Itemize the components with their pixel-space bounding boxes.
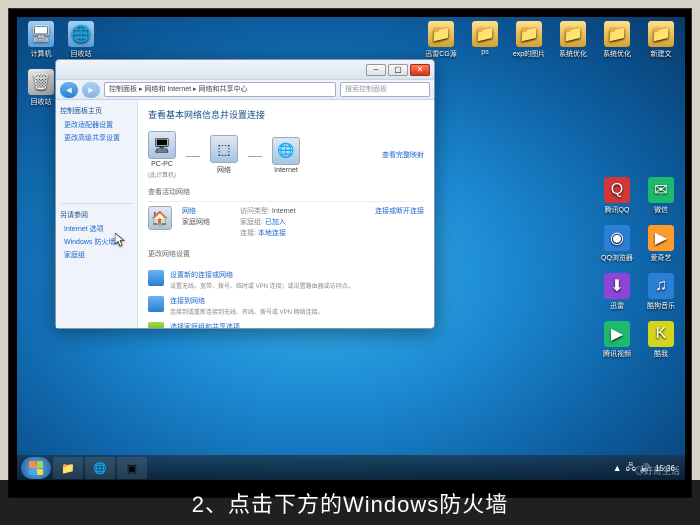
task-icon [148,322,164,328]
monitor-bezel: 🖥计算机 🌐回收站 🗑回收站 📁迅雷CG源 📁ps 📁exp的图片 📁系统优化 … [8,8,692,498]
desktop-folder[interactable]: 📁exp的图片 [509,21,549,59]
sidebar: 控制面板主页 更改适配器设置 更改高级共享设置 另请参阅 Internet 选项… [56,100,138,328]
arrow-icon: — [248,147,262,163]
video-subtitle: 2、点击下方的Windows防火墙 [0,480,700,525]
sidebar-link-internet-options[interactable]: Internet 选项 [64,224,133,234]
taskbar-app-icon[interactable]: 🌐 [85,457,115,479]
desktop-app-icon[interactable]: ♫酷狗音乐 [641,273,681,311]
network-map-row: 🖥PC-PC(此计算机) — ⬚网络 — 🌐Internet 查看完整映射 [148,127,424,183]
desktop-app-icon[interactable]: ▶爱奇艺 [641,225,681,263]
pc-icon: 🖥 [148,131,176,159]
arrow-icon: — [186,147,200,163]
sidebar-link-windows-firewall[interactable]: Windows 防火墙 [64,237,133,247]
desktop-app-icon[interactable]: ⬇迅雷 [597,273,637,311]
sidebar-link-adapter[interactable]: 更改适配器设置 [64,120,133,130]
address-bar: ◄ ► 控制面板 ▸ 网络和 Internet ▸ 网络和共享中心 搜索控制面板 [56,80,434,100]
desktop-icon-network[interactable]: 🌐回收站 [61,21,101,59]
breadcrumb[interactable]: 控制面板 ▸ 网络和 Internet ▸ 网络和共享中心 [104,82,336,97]
sidebar-link-sharing[interactable]: 更改高级共享设置 [64,133,133,143]
taskbar-app-icon[interactable]: ▣ [117,457,147,479]
sidebar-link-homegroup[interactable]: 家庭组 [64,250,133,260]
tray-icon[interactable]: ▲ [613,463,622,473]
desktop-icon-computer[interactable]: 🖥计算机 [21,21,61,59]
network-name[interactable]: 网络 [182,206,210,217]
forward-button[interactable]: ► [82,82,100,98]
task-icon [148,270,164,286]
main-content: 查看基本网络信息并设置连接 🖥PC-PC(此计算机) — ⬚网络 — 🌐Inte… [138,100,434,328]
desktop-app-icon[interactable]: K酷我 [641,321,681,359]
watermark: ◎好奇生活 [635,464,680,477]
desktop-folder[interactable]: 📁系统优化 [553,21,593,59]
desktop-app-icon[interactable]: ✉微信 [641,177,681,215]
task-icon [148,296,164,312]
titlebar[interactable]: – ▢ ✕ [56,60,434,80]
desktop-app-icon[interactable]: ◉QQ浏览器 [597,225,637,263]
search-input[interactable]: 搜索控制面板 [340,82,430,97]
close-button[interactable]: ✕ [410,64,430,76]
task-item[interactable]: 选择家庭组和共享选项访问位于其他网络计算机上的文件和打印机，或更改共享设置。 [148,319,424,328]
sidebar-header: 控制面板主页 [60,106,133,116]
task-item[interactable]: 连接到网络连接到或重新连接到无线、有线、拨号或 VPN 网络连接。 [148,293,424,319]
section-header: 查看活动网络 [148,187,424,197]
section-header: 更改网络设置 [148,249,424,259]
desktop-app-icon[interactable]: ▶腾讯视频 [597,321,637,359]
taskbar-explorer-icon[interactable]: 📁 [53,457,83,479]
taskbar[interactable]: 📁 🌐 ▣ ▲ 🖧 🔊 15:36 [17,455,685,481]
desktop-folder[interactable]: 📁系统优化 [597,21,637,59]
task-list: 设置新的连接或网络设置无线、宽带、拨号、临时或 VPN 连接；或设置路由器或访问… [148,267,424,328]
active-network-detail: 🏠 网络 家庭网络 访问类型: Internet 家庭组: 已加入 连接: 本地… [148,201,424,243]
desktop-folder[interactable]: 📁迅雷CG源 [421,21,461,59]
task-item[interactable]: 设置新的连接或网络设置无线、宽带、拨号、临时或 VPN 连接；或设置路由器或访问… [148,267,424,293]
desktop-folder[interactable]: 📁ps [465,21,505,56]
control-panel-window: – ▢ ✕ ◄ ► 控制面板 ▸ 网络和 Internet ▸ 网络和共享中心 … [55,59,435,329]
network-icon: ⬚ [210,135,238,163]
maximize-button[interactable]: ▢ [388,64,408,76]
minimize-button[interactable]: – [366,64,386,76]
home-network-icon: 🏠 [148,206,172,230]
desktop-folder[interactable]: 📁新建文 [641,21,681,59]
back-button[interactable]: ◄ [60,82,78,98]
start-button[interactable] [21,457,51,479]
sidebar-footer-header: 另请参阅 [60,210,133,220]
desktop-app-icon[interactable]: Q腾讯QQ [597,177,637,215]
page-title: 查看基本网络信息并设置连接 [148,108,424,121]
connect-link[interactable]: 连接或断开连接 [375,206,424,239]
desktop[interactable]: 🖥计算机 🌐回收站 🗑回收站 📁迅雷CG源 📁ps 📁exp的图片 📁系统优化 … [17,17,685,481]
internet-icon: 🌐 [272,137,300,165]
view-full-map-link[interactable]: 查看完整映射 [382,150,424,160]
